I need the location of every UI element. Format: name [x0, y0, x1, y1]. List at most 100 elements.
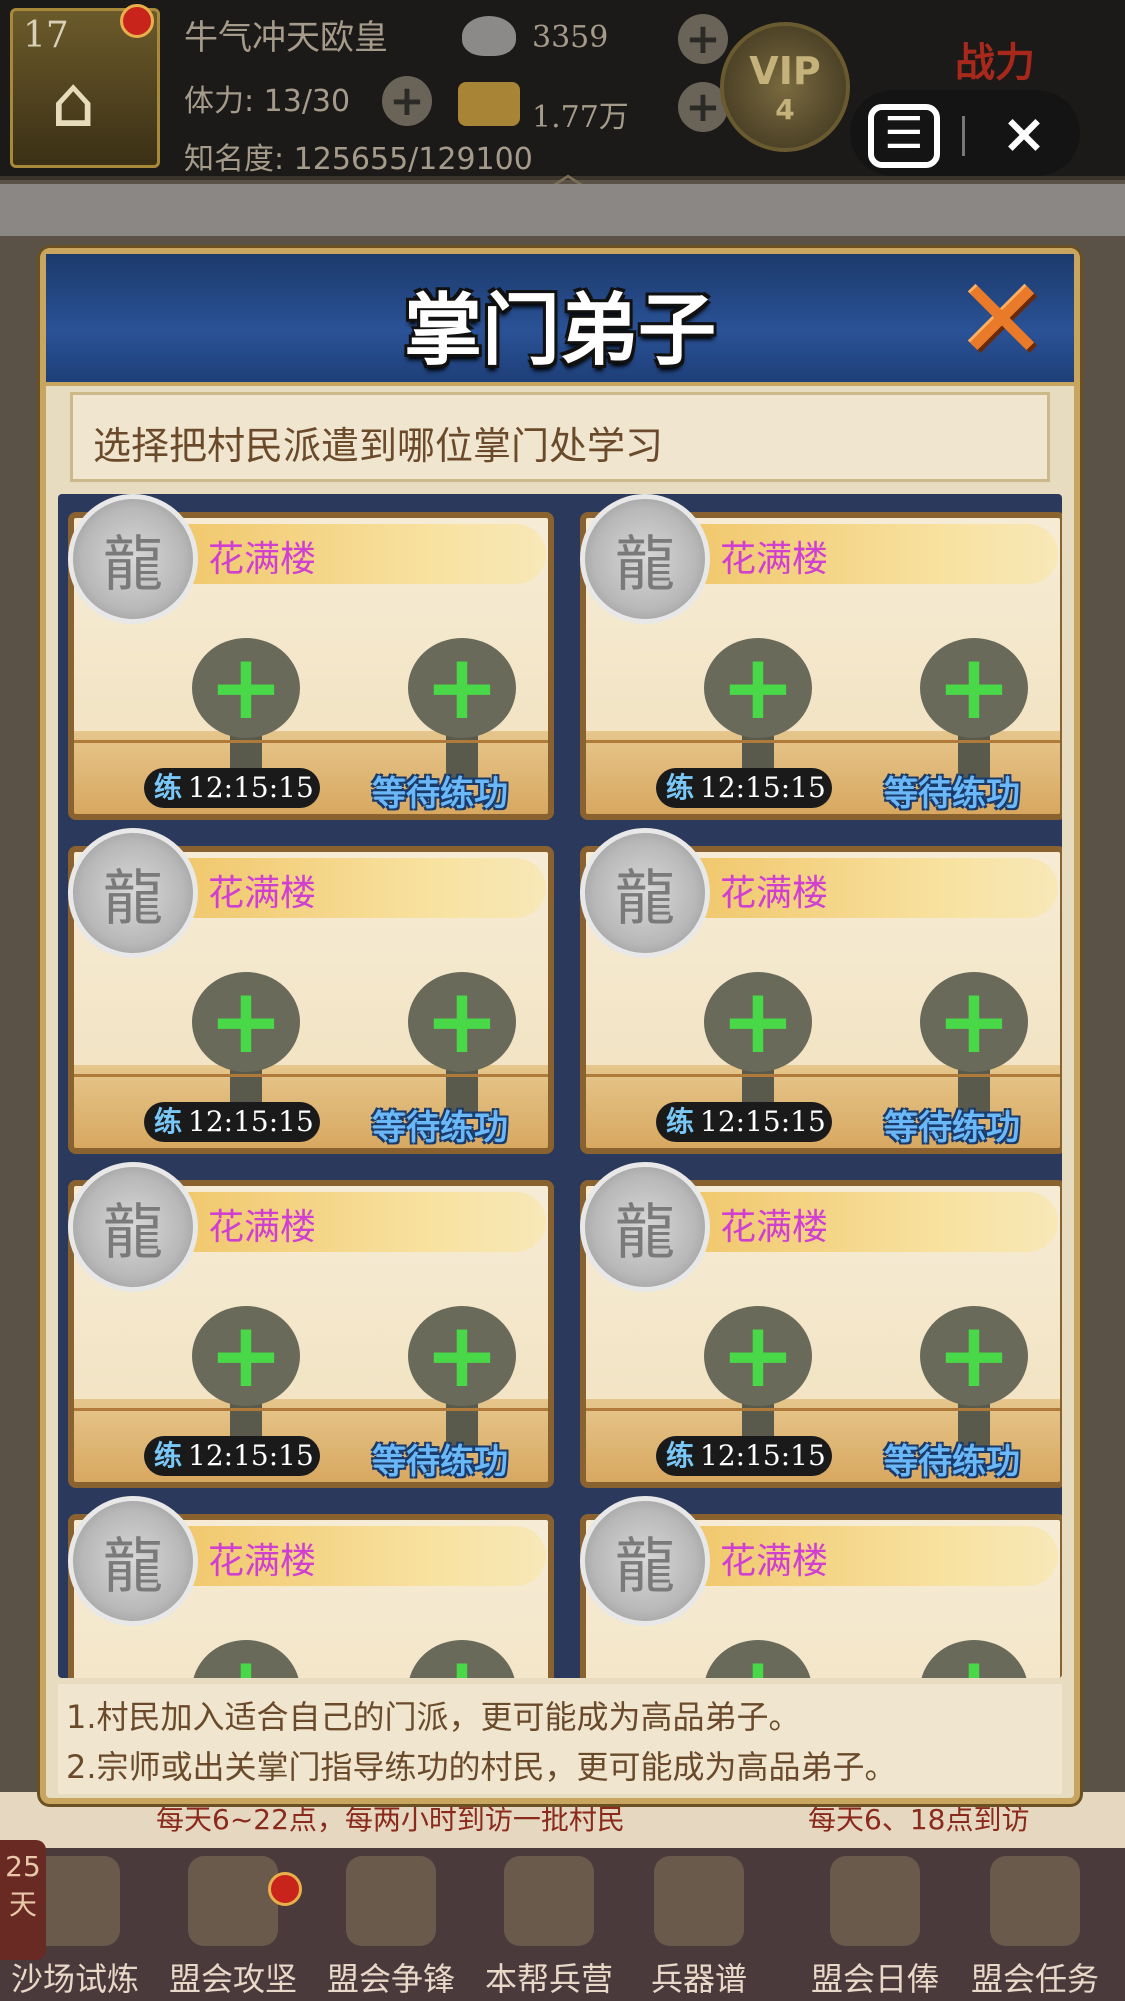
master-card[interactable]: 花满楼 龍 + + 练 12:15:15 等待练功: [68, 494, 554, 820]
master-card[interactable]: 花满楼 龍 + +: [580, 1496, 1062, 1678]
master-name: 花满楼: [720, 873, 829, 914]
ingot-amount: 3359: [532, 20, 609, 55]
timer-label: 练: [666, 1105, 695, 1138]
alliance-siege-icon: [188, 1856, 278, 1946]
disciple-slot[interactable]: +: [920, 1640, 1028, 1678]
dragon-emblem-icon: 龍: [68, 494, 198, 624]
disciple-slot[interactable]: +: [920, 972, 1028, 1118]
pavilion-icon: ⌂: [51, 61, 96, 143]
dragon-emblem-icon: 龍: [580, 1162, 710, 1292]
nav-item-alliance-contest[interactable]: 盟会争锋: [316, 1848, 466, 2001]
disciple-slot[interactable]: +: [192, 972, 300, 1118]
disciple-slot[interactable]: +: [408, 1306, 516, 1452]
vip-badge[interactable]: VIP 4: [720, 22, 850, 152]
close-icon[interactable]: ×: [994, 104, 1054, 164]
instruction-box: 选择把村民派遣到哪位掌门处学习: [70, 392, 1050, 482]
timer-label: 练: [154, 1439, 183, 1472]
close-dialog-button[interactable]: ✕: [946, 265, 1058, 375]
gold-amount: 1.77万: [532, 100, 629, 135]
nav-item-daily-salary[interactable]: 盟会日俸: [800, 1848, 950, 2001]
note-line: 1.村民加入适合自己的门派，更可能成为高品弟子。: [66, 1698, 801, 1736]
daily-salary-icon: [830, 1856, 920, 1946]
training-timer: 练 12:15:15: [656, 1436, 832, 1476]
card-floor: [586, 1074, 1060, 1077]
add-disciple-icon: +: [920, 1640, 1028, 1678]
add-disciple-icon: +: [704, 1306, 812, 1406]
nav-item-barracks[interactable]: 本帮兵营: [474, 1848, 624, 2001]
disciple-slot[interactable]: +: [704, 1306, 812, 1452]
add-ingot-button[interactable]: +: [678, 14, 728, 64]
dragon-emblem-icon: 龍: [580, 1496, 710, 1626]
master-name: 花满楼: [208, 1207, 317, 1248]
note-line: 2.宗师或出关掌门指导练功的村民，更可能成为高品弟子。: [66, 1748, 897, 1786]
player-name: 牛气冲天欧皇: [184, 18, 388, 58]
disciple-slot[interactable]: +: [192, 638, 300, 784]
power-label[interactable]: 战力: [955, 30, 1035, 88]
bottom-nav: 沙场试炼 盟会攻坚 盟会争锋 本帮兵营 兵器谱 盟会日俸 盟会任务: [0, 1848, 1125, 2001]
card-floor: [74, 1074, 548, 1077]
add-disciple-icon: +: [704, 638, 812, 738]
add-disciple-icon: +: [408, 1306, 516, 1406]
disciple-slot[interactable]: +: [192, 1306, 300, 1452]
master-list[interactable]: 花满楼 龍 + + 练 12:15:15 等待练功 花满楼 龍 + + 练 12…: [58, 494, 1062, 1678]
gold-icon: [458, 82, 520, 126]
master-card[interactable]: 花满楼 龍 + + 练 12:15:15 等待练功: [580, 1162, 1062, 1488]
add-disciple-icon: +: [920, 638, 1028, 738]
status-text: 等待练功: [884, 774, 1020, 814]
alliance-task-icon: [990, 1856, 1080, 1946]
add-disciple-icon: +: [192, 1306, 300, 1406]
disciple-slot[interactable]: +: [408, 638, 516, 784]
disciple-slot[interactable]: +: [192, 1640, 300, 1678]
master-name: 花满楼: [720, 1541, 829, 1582]
dragon-emblem-icon: 龍: [68, 1162, 198, 1292]
disciple-slot[interactable]: +: [704, 638, 812, 784]
nav-item-weapon-book[interactable]: 兵器谱: [624, 1848, 774, 2001]
nav-item-alliance-siege[interactable]: 盟会攻坚: [158, 1848, 308, 2001]
dragon-emblem-icon: 龍: [580, 494, 710, 624]
dragon-emblem-icon: 龍: [68, 1496, 198, 1626]
card-floor: [74, 740, 548, 743]
disciple-slot[interactable]: +: [920, 1306, 1028, 1452]
add-disciple-icon: +: [192, 1640, 300, 1678]
nav-label: 盟会攻坚: [168, 1960, 297, 1998]
status-text: 等待练功: [884, 1108, 1020, 1148]
timer-label: 练: [666, 771, 695, 804]
disciple-slot[interactable]: +: [408, 972, 516, 1118]
menu-icon[interactable]: ☰: [868, 104, 940, 168]
status-text: 等待练功: [884, 1442, 1020, 1482]
dragon-emblem-icon: 龍: [68, 828, 198, 958]
top-status-bar: 17 ⌂ 牛气冲天欧皇 体力: 13/30 + 知名度: 125655/1291…: [0, 0, 1125, 196]
background-strip: [0, 184, 1125, 236]
training-timer: 练 12:15:15: [144, 1102, 320, 1142]
dialog-title: 掌门弟子: [403, 286, 716, 376]
add-disciple-icon: +: [408, 972, 516, 1072]
add-stamina-button[interactable]: +: [382, 76, 432, 126]
nav-label: 盟会争锋: [326, 1960, 455, 1998]
status-text: 等待练功: [372, 774, 508, 814]
disciple-slot[interactable]: +: [408, 1640, 516, 1678]
timer-value: 12:15:15: [188, 771, 314, 804]
master-card[interactable]: 花满楼 龍 + +: [68, 1496, 554, 1678]
disciple-slot[interactable]: +: [704, 1640, 812, 1678]
nav-item-alliance-task[interactable]: 盟会任务: [960, 1848, 1110, 2001]
vip-label: VIP: [749, 48, 821, 93]
disciple-slot[interactable]: +: [704, 972, 812, 1118]
capsule-divider: [962, 116, 965, 156]
stamina-label: 体力: 13/30: [184, 84, 351, 119]
status-text: 等待练功: [372, 1108, 508, 1148]
alliance-contest-icon: [346, 1856, 436, 1946]
days-badge[interactable]: 25天: [0, 1840, 46, 1960]
add-disciple-icon: +: [408, 1640, 516, 1678]
nav-label: 沙场试炼: [10, 1960, 139, 1998]
master-card[interactable]: 花满楼 龍 + + 练 12:15:15 等待练功: [580, 828, 1062, 1154]
weapon-book-icon: [654, 1856, 744, 1946]
nav-notification-dot: [268, 1872, 302, 1906]
timer-label: 练: [154, 771, 183, 804]
schedule-right: 每天6、18点到访: [808, 1803, 1030, 1836]
master-card[interactable]: 花满楼 龍 + + 练 12:15:15 等待练功: [68, 1162, 554, 1488]
disciple-slot[interactable]: +: [920, 638, 1028, 784]
dragon-emblem-icon: 龍: [580, 828, 710, 958]
master-card[interactable]: 花满楼 龍 + + 练 12:15:15 等待练功: [580, 494, 1062, 820]
master-card[interactable]: 花满楼 龍 + + 练 12:15:15 等待练功: [68, 828, 554, 1154]
timer-value: 12:15:15: [700, 1105, 826, 1138]
